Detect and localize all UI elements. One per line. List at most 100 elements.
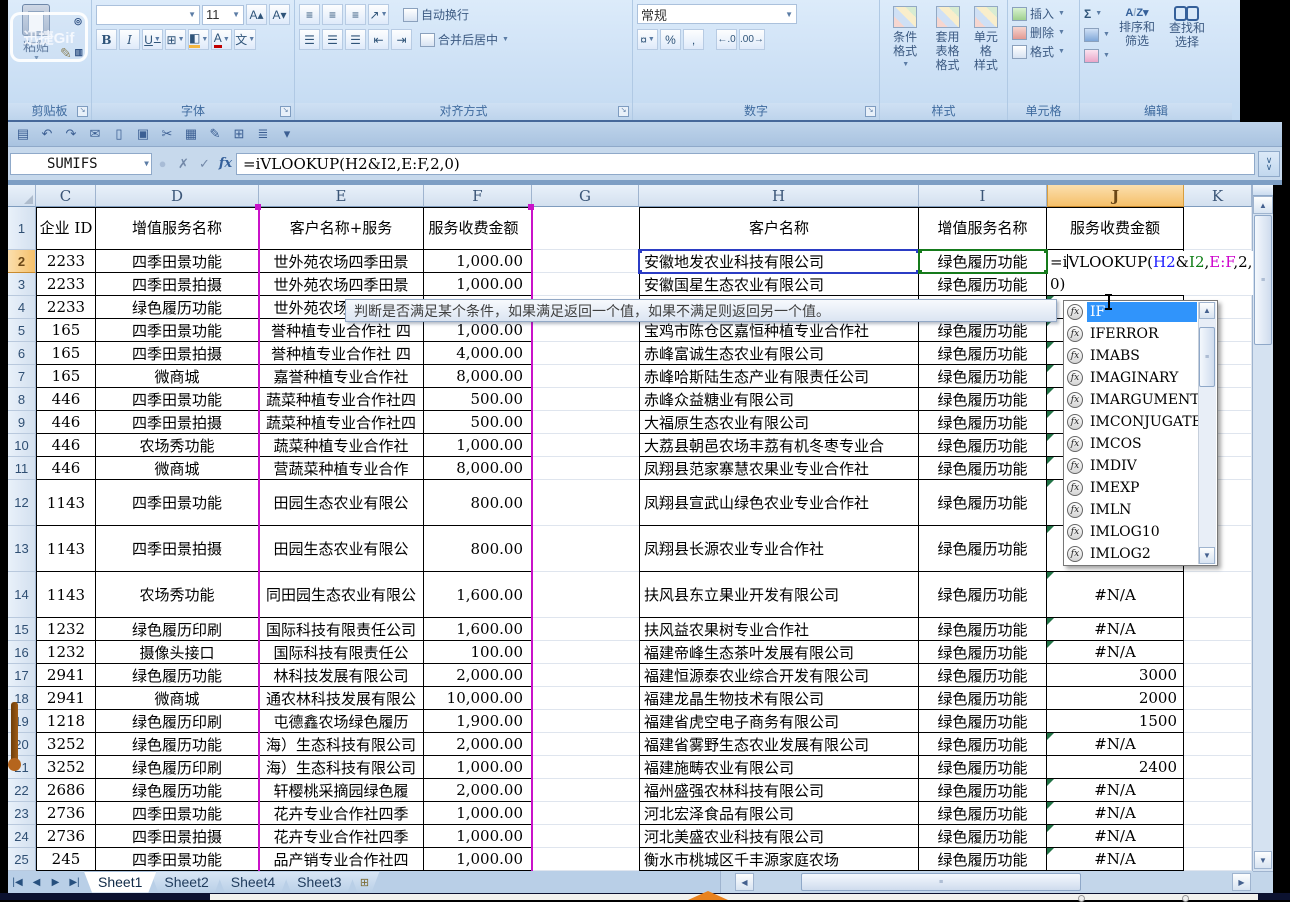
cell-E24[interactable]: 花卉专业合作社四季 xyxy=(259,825,424,848)
cell-C1[interactable]: 企业 ID xyxy=(36,207,96,250)
cell-J16[interactable]: #N/A xyxy=(1047,641,1184,664)
previous-sheet-button[interactable]: ◀ xyxy=(27,872,46,892)
cell-H5[interactable]: 宝鸡市陈仓区嘉恒种植专业合作社 xyxy=(639,319,919,342)
cell-G13[interactable] xyxy=(532,526,639,572)
cell-C21[interactable]: 3252 xyxy=(36,756,96,779)
font-color-button[interactable]: A▼ xyxy=(211,29,232,50)
cell-I22[interactable]: 绿色履历功能 xyxy=(919,779,1047,802)
cell-I23[interactable]: 绿色履历功能 xyxy=(919,802,1047,825)
cell-K16[interactable] xyxy=(1184,641,1252,664)
orientation-button[interactable]: ↗▼ xyxy=(368,4,389,25)
cell-F25[interactable]: 1,000.00 xyxy=(424,848,532,871)
cell-F20[interactable]: 2,000.00 xyxy=(424,733,532,756)
cell-K22[interactable] xyxy=(1184,779,1252,802)
scroll-up-icon[interactable]: ▲ xyxy=(1199,302,1215,319)
insert-function-button[interactable]: fx xyxy=(216,154,235,174)
vertical-scrollbar[interactable]: ▲ ≡ ▼ xyxy=(1252,185,1273,871)
grow-font-button[interactable]: A▴ xyxy=(246,4,267,25)
cell-J23[interactable]: #N/A xyxy=(1047,802,1184,825)
cell-F9[interactable]: 500.00 xyxy=(424,411,532,434)
cell-H25[interactable]: 衡水市桃城区千丰源家庭农场 xyxy=(639,848,919,871)
cell-F18[interactable]: 10,000.00 xyxy=(424,687,532,710)
scroll-right-icon[interactable]: ▶ xyxy=(1232,873,1251,891)
name-box[interactable]: SUMIFS ▼ xyxy=(10,153,152,175)
cell-D22[interactable]: 绿色履历功能 xyxy=(96,779,259,802)
row-header-8[interactable]: 8 xyxy=(8,388,36,411)
column-header-I[interactable]: I xyxy=(919,185,1047,207)
column-header-G[interactable]: G xyxy=(532,185,639,207)
cell-I16[interactable]: 绿色履历功能 xyxy=(919,641,1047,664)
cell-C13[interactable]: 1143 xyxy=(36,526,96,572)
cell-C10[interactable]: 446 xyxy=(36,434,96,457)
increase-indent-icon[interactable]: ⇥ xyxy=(391,29,412,50)
cell-E9[interactable]: 蔬菜种植专业合作社四 xyxy=(259,411,424,434)
conditional-formatting-button[interactable]: 条件格式 ▼ xyxy=(884,4,926,103)
cell-K20[interactable] xyxy=(1184,733,1252,756)
range-handle[interactable] xyxy=(918,270,922,274)
cell-G16[interactable] xyxy=(532,641,639,664)
cell-C8[interactable]: 446 xyxy=(36,388,96,411)
cell-I5[interactable]: 绿色履历功能 xyxy=(919,319,1047,342)
cell-J22[interactable]: #N/A xyxy=(1047,779,1184,802)
function-list-item-imconjugate[interactable]: fxIMCONJUGATE xyxy=(1064,411,1217,433)
cell-D15[interactable]: 绿色履历印刷 xyxy=(96,618,259,641)
column-header-C[interactable]: C xyxy=(36,185,96,207)
cell-H1[interactable]: 客户名称 xyxy=(639,207,919,250)
clear-button[interactable]: ▼ xyxy=(1084,46,1110,65)
cell-H8[interactable]: 赤峰众益糖业有限公司 xyxy=(639,388,919,411)
sort-filter-button[interactable]: A/Z▾ 排序和 筛选 xyxy=(1114,4,1160,103)
cell-C22[interactable]: 2686 xyxy=(36,779,96,802)
phonetic-guide-button[interactable]: 文▼ xyxy=(234,29,256,50)
cell-E23[interactable]: 花卉专业合作社四季 xyxy=(259,802,424,825)
row-header-5[interactable]: 5 xyxy=(8,319,36,342)
row-header-13[interactable]: 13 xyxy=(8,526,36,572)
cell-editor-j2[interactable]: =iVLOOKUP(H2&I2,E:F,2, 0) xyxy=(1048,251,1253,295)
select-all-corner[interactable] xyxy=(8,185,36,207)
cell-D6[interactable]: 四季田景拍摄 xyxy=(96,342,259,365)
row-header-7[interactable]: 7 xyxy=(8,365,36,388)
enter-button[interactable]: ✓ xyxy=(195,154,214,174)
cell-E18[interactable]: 通农林科技发展有限公 xyxy=(259,687,424,710)
align-bottom-icon[interactable]: ≡ xyxy=(345,4,366,25)
function-list-item-imcos[interactable]: fxIMCOS xyxy=(1064,433,1217,455)
cell-H6[interactable]: 赤峰富诚生态农业有限公司 xyxy=(639,342,919,365)
cell-I24[interactable]: 绿色履历功能 xyxy=(919,825,1047,848)
merge-center-button[interactable]: 合并后居中 ▼ xyxy=(420,30,509,49)
cell-F11[interactable]: 8,000.00 xyxy=(424,457,532,480)
cell-D13[interactable]: 四季田景拍摄 xyxy=(96,526,259,572)
wrap-text-button[interactable]: 自动换行 xyxy=(403,5,469,24)
cell-E15[interactable]: 国际科技有限责任公司 xyxy=(259,618,424,641)
cell-D17[interactable]: 绿色履历功能 xyxy=(96,664,259,687)
cell-I11[interactable]: 绿色履历功能 xyxy=(919,457,1047,480)
cell-H18[interactable]: 福建龙晶生物技术有限公司 xyxy=(639,687,919,710)
cell-D21[interactable]: 绿色履历印刷 xyxy=(96,756,259,779)
scroll-down-icon[interactable]: ▼ xyxy=(1254,851,1272,869)
dialog-launcher-icon[interactable]: ↘ xyxy=(280,106,291,117)
cell-G25[interactable] xyxy=(532,848,639,871)
cell-F21[interactable]: 1,000.00 xyxy=(424,756,532,779)
cell-F1[interactable]: 服务收费金额 xyxy=(424,207,532,250)
next-sheet-button[interactable]: ▶ xyxy=(46,872,65,892)
row-header-22[interactable]: 22 xyxy=(8,779,36,802)
cell-J21[interactable]: 2400 xyxy=(1047,756,1184,779)
cell-J17[interactable]: 3000 xyxy=(1047,664,1184,687)
cell-H17[interactable]: 福建恒源泰农业综合开发有限公司 xyxy=(639,664,919,687)
scrollbar-thumb[interactable]: ≡ xyxy=(801,873,1081,891)
cell-E25[interactable]: 品产销专业合作社四 xyxy=(259,848,424,871)
comma-style-button[interactable]: , xyxy=(683,29,704,50)
cell-G18[interactable] xyxy=(532,687,639,710)
cell-G17[interactable] xyxy=(532,664,639,687)
row-header-12[interactable]: 12 xyxy=(8,480,36,526)
cell-G19[interactable] xyxy=(532,710,639,733)
bold-button[interactable]: B xyxy=(96,29,117,50)
cell-F8[interactable]: 500.00 xyxy=(424,388,532,411)
cell-I25[interactable]: 绿色履历功能 xyxy=(919,848,1047,871)
cell-H11[interactable]: 凤翔县范家寨慧农果业专业合作社 xyxy=(639,457,919,480)
cell-C11[interactable]: 446 xyxy=(36,457,96,480)
cell-D18[interactable]: 微商城 xyxy=(96,687,259,710)
first-sheet-button[interactable]: |◀ xyxy=(8,872,27,892)
cell-G6[interactable] xyxy=(532,342,639,365)
cell-J14[interactable]: #N/A xyxy=(1047,572,1184,618)
cell-H14[interactable]: 扶风县东立果业开发有限公司 xyxy=(639,572,919,618)
split-handle[interactable] xyxy=(1253,185,1273,196)
